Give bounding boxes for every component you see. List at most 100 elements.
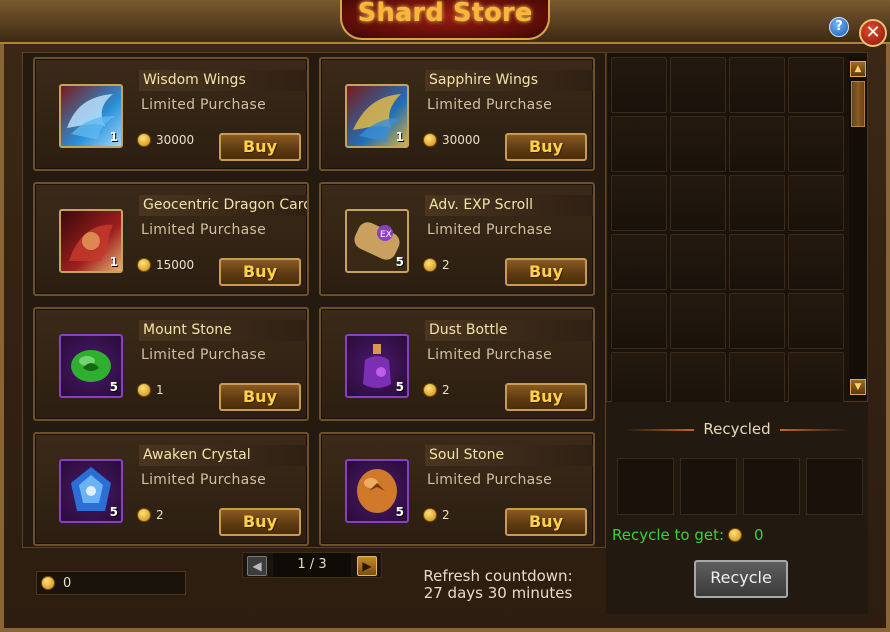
next-page-button[interactable]: ▶ [357, 556, 377, 576]
refresh-label: Refresh countdown: [423, 567, 573, 585]
inventory-scrollbar[interactable]: ▲ ▼ [849, 57, 867, 399]
inventory-slot[interactable] [729, 175, 785, 231]
coin-icon [423, 508, 437, 522]
inventory-slot[interactable] [729, 293, 785, 349]
recycle-slot[interactable] [617, 458, 674, 515]
inventory-slot[interactable] [729, 352, 785, 408]
store-item-mount-stone: 5 Mount Stone Limited Purchase 1 Buy [33, 307, 309, 421]
item-limit: Limited Purchase [141, 222, 267, 238]
store-item-sapphire-wings: 1 Sapphire Wings Limited Purchase 30000 … [319, 57, 595, 171]
inventory-slot[interactable] [611, 234, 667, 290]
crystal-icon: 5 [59, 459, 123, 523]
item-qty: 1 [109, 130, 118, 144]
item-name: Geocentric Dragon Card [139, 195, 307, 216]
buy-button[interactable]: Buy [505, 133, 587, 161]
coin-icon [137, 508, 151, 522]
inventory-slot[interactable] [611, 175, 667, 231]
prev-page-button[interactable]: ◀ [247, 556, 267, 576]
inventory-slot[interactable] [788, 57, 844, 113]
item-name: Mount Stone [139, 320, 307, 341]
buy-button[interactable]: Buy [219, 258, 301, 286]
item-name: Adv. EXP Scroll [425, 195, 593, 216]
refresh-time: 27 days 30 minutes [423, 584, 573, 602]
item-price: 15000 [137, 258, 194, 272]
buy-button[interactable]: Buy [505, 258, 587, 286]
recycle-slot[interactable] [806, 458, 863, 515]
green-stone-icon: 5 [59, 334, 123, 398]
coin-icon [137, 133, 151, 147]
item-name: Sapphire Wings [425, 70, 593, 91]
recycle-button[interactable]: Recycle [694, 560, 788, 598]
store-item-dust-bottle: 5 Dust Bottle Limited Purchase 2 Buy [319, 307, 595, 421]
coin-icon [137, 258, 151, 272]
inventory-slot[interactable] [788, 352, 844, 408]
buy-button[interactable]: Buy [505, 383, 587, 411]
coin-icon [423, 133, 437, 147]
wings-icon: 1 [59, 84, 123, 148]
item-qty: 5 [109, 380, 118, 394]
item-limit: Limited Purchase [427, 222, 553, 238]
recycle-slot[interactable] [743, 458, 800, 515]
inventory-slot[interactable] [788, 175, 844, 231]
price-value: 30000 [156, 133, 195, 147]
inventory-slot[interactable] [729, 116, 785, 172]
scroll-icon: EX 5 [345, 209, 409, 273]
inventory-slot[interactable] [729, 234, 785, 290]
item-limit: Limited Purchase [427, 97, 553, 113]
scroll-thumb[interactable] [851, 81, 865, 127]
recycle-slot[interactable] [680, 458, 737, 515]
recycle-panel: Recycled Recycle to get: 0 Recycle [606, 402, 868, 614]
scroll-down-icon[interactable]: ▼ [850, 379, 866, 395]
coin-icon [41, 576, 55, 590]
item-limit: Limited Purchase [141, 472, 267, 488]
price-value: 2 [442, 258, 450, 272]
inventory-grid [611, 57, 844, 408]
inventory-slot[interactable] [611, 293, 667, 349]
inventory-slot[interactable] [670, 352, 726, 408]
inventory-slot[interactable] [670, 116, 726, 172]
close-icon[interactable]: ✕ [859, 19, 887, 47]
inventory-slot[interactable] [611, 57, 667, 113]
inventory-slot[interactable] [670, 293, 726, 349]
store-items-panel: 1 Wisdom Wings Limited Purchase 30000 Bu… [22, 52, 606, 548]
currency-field: 0 [36, 571, 186, 595]
buy-button[interactable]: Buy [219, 508, 301, 536]
inventory-slot[interactable] [611, 352, 667, 408]
inventory-slot[interactable] [670, 234, 726, 290]
inventory-slot[interactable] [670, 175, 726, 231]
inventory-slot[interactable] [611, 116, 667, 172]
item-price: 2 [423, 258, 450, 272]
inventory-slot[interactable] [729, 57, 785, 113]
buy-button[interactable]: Buy [219, 383, 301, 411]
help-icon[interactable]: ? [829, 17, 849, 37]
recycled-title: Recycled [616, 420, 858, 438]
item-name: Wisdom Wings [139, 70, 307, 91]
potion-bottle-icon: 5 [345, 334, 409, 398]
item-qty: 1 [395, 130, 404, 144]
item-name: Dust Bottle [425, 320, 593, 341]
buy-button[interactable]: Buy [219, 133, 301, 161]
soul-stone-icon: 5 [345, 459, 409, 523]
store-item-geocentric-dragon-card: 1 Geocentric Dragon Card Limited Purchas… [33, 182, 309, 296]
price-value: 15000 [156, 258, 195, 272]
dragon-card-icon: 1 [59, 209, 123, 273]
item-qty: 5 [109, 505, 118, 519]
coin-icon [423, 383, 437, 397]
price-value: 30000 [442, 133, 481, 147]
store-item-adv-exp-scroll: EX 5 Adv. EXP Scroll Limited Purchase 2 … [319, 182, 595, 296]
item-limit: Limited Purchase [141, 97, 267, 113]
buy-button[interactable]: Buy [505, 508, 587, 536]
recycle-get-amount: 0 [754, 526, 764, 544]
item-limit: Limited Purchase [427, 472, 553, 488]
item-price: 1 [137, 383, 164, 397]
inventory-slot[interactable] [788, 234, 844, 290]
scroll-up-icon[interactable]: ▲ [850, 61, 866, 77]
store-item-wisdom-wings: 1 Wisdom Wings Limited Purchase 30000 Bu… [33, 57, 309, 171]
store-footer: 0 ◀ 1 / 3 ▶ Refresh countdown: 27 days 3… [22, 552, 606, 614]
inventory-slot[interactable] [788, 293, 844, 349]
inventory-slot[interactable] [788, 116, 844, 172]
inventory-slot[interactable] [670, 57, 726, 113]
price-value: 1 [156, 383, 164, 397]
coin-icon [728, 528, 743, 542]
item-price: 2 [423, 383, 450, 397]
